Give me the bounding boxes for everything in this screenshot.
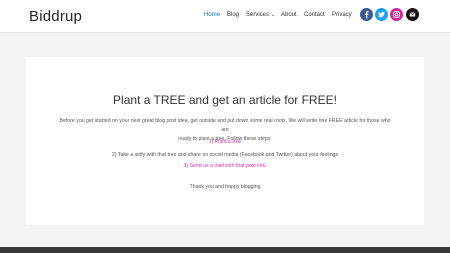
step-2-text: 2) Take a selfy with that tree and share… [111, 152, 339, 158]
email-icon[interactable] [406, 8, 419, 21]
chevron-down-icon: ⌄ [271, 12, 276, 18]
step-3-link[interactable]: 3) Send us a mail with that post link. [26, 163, 424, 169]
intro-line-1: Before you get started on your next grea… [59, 118, 391, 133]
nav-services[interactable]: Services ⌄ [246, 12, 275, 18]
nav-contact[interactable]: Contact [304, 12, 325, 18]
nav-home[interactable]: Home [204, 12, 220, 18]
nav-services-label: Services [246, 12, 270, 18]
facebook-icon[interactable] [360, 8, 373, 21]
closing-text: Thank you and happy blogging [189, 184, 261, 190]
nav-privacy[interactable]: Privacy [332, 12, 352, 18]
site-logo[interactable]: Biddrup [29, 8, 82, 25]
content-card: Plant a TREE and get an article for FREE… [26, 57, 424, 225]
step-1-link[interactable]: 1) Plant a tree [26, 139, 424, 145]
page-title: Plant a TREE and get an article for FREE… [113, 93, 337, 107]
twitter-icon[interactable] [375, 8, 388, 21]
nav-blog[interactable]: Blog [227, 12, 239, 18]
footer-bar [0, 247, 450, 253]
nav-about[interactable]: About [281, 12, 297, 18]
site-header: Biddrup Home Blog Services ⌄ About Contac… [0, 0, 450, 33]
instagram-icon[interactable] [390, 8, 403, 21]
